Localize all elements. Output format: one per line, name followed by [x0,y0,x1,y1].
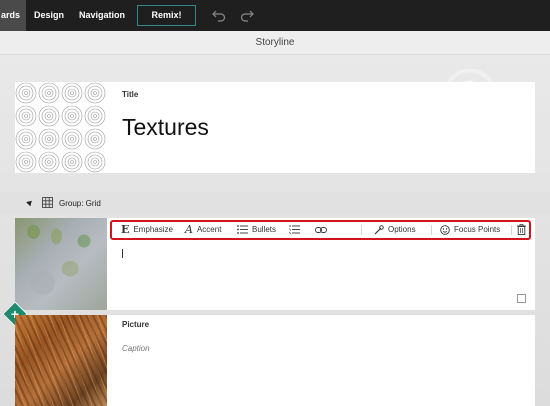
accent-label: Accent [196,225,222,235]
top-bar: ards Design Navigation Remix! [0,0,550,31]
title-label: Title [122,90,139,99]
focus-points-icon [440,225,450,235]
caption-field[interactable]: Caption [122,344,150,353]
toolbar-divider [431,225,432,235]
tab-navigation[interactable]: Navigation [79,0,125,31]
bullets-button[interactable]: Bullets [237,222,276,238]
tab-cards[interactable]: ards [0,0,26,31]
emphasize-label: Emphasize [133,225,173,235]
formatting-toolbar: E Emphasize A Accent Bullets Options Foc… [110,220,531,240]
card-image-water-texture[interactable] [15,218,107,310]
group-label: Group: Grid [59,199,101,208]
undo-icon[interactable] [212,8,226,22]
tab-design[interactable]: Design [34,0,64,31]
text-cursor [122,249,123,258]
picture-card[interactable]: Picture Caption [15,315,535,406]
link-icon [315,226,327,233]
redo-icon[interactable] [240,8,254,22]
toolbar-divider [511,225,512,235]
numbered-list-button[interactable] [289,222,304,238]
title-text[interactable]: Textures [122,114,209,141]
emphasize-icon: E [121,223,130,236]
storyline-header: Storyline [0,31,550,55]
options-wrench-icon [374,225,384,235]
delete-button[interactable] [517,222,530,238]
toolbar-divider [361,225,362,235]
remix-button[interactable]: Remix! [137,5,196,26]
accent-button[interactable]: A Accent [185,222,221,238]
trash-icon [517,224,526,236]
card-checkbox[interactable] [517,294,526,303]
focus-points-button[interactable]: Focus Points [440,222,500,238]
card-image-wood-texture[interactable] [15,315,107,406]
emphasize-button[interactable]: E Emphasize [121,222,173,238]
bullets-icon [237,225,248,235]
bullets-label: Bullets [252,225,277,234]
title-texture-thumbnail[interactable] [15,82,107,173]
link-button[interactable] [315,222,331,238]
grid-icon [42,197,53,208]
accent-icon: A [185,223,193,236]
options-button[interactable]: Options [374,222,416,238]
group-header[interactable]: Group: Grid [0,192,550,214]
collapse-triangle-icon[interactable] [26,198,34,207]
options-label: Options [388,225,416,234]
numbered-list-icon [289,225,300,235]
picture-label: Picture [122,320,150,329]
title-card[interactable]: Title Textures [15,82,535,173]
focus-points-label: Focus Points [454,225,501,234]
